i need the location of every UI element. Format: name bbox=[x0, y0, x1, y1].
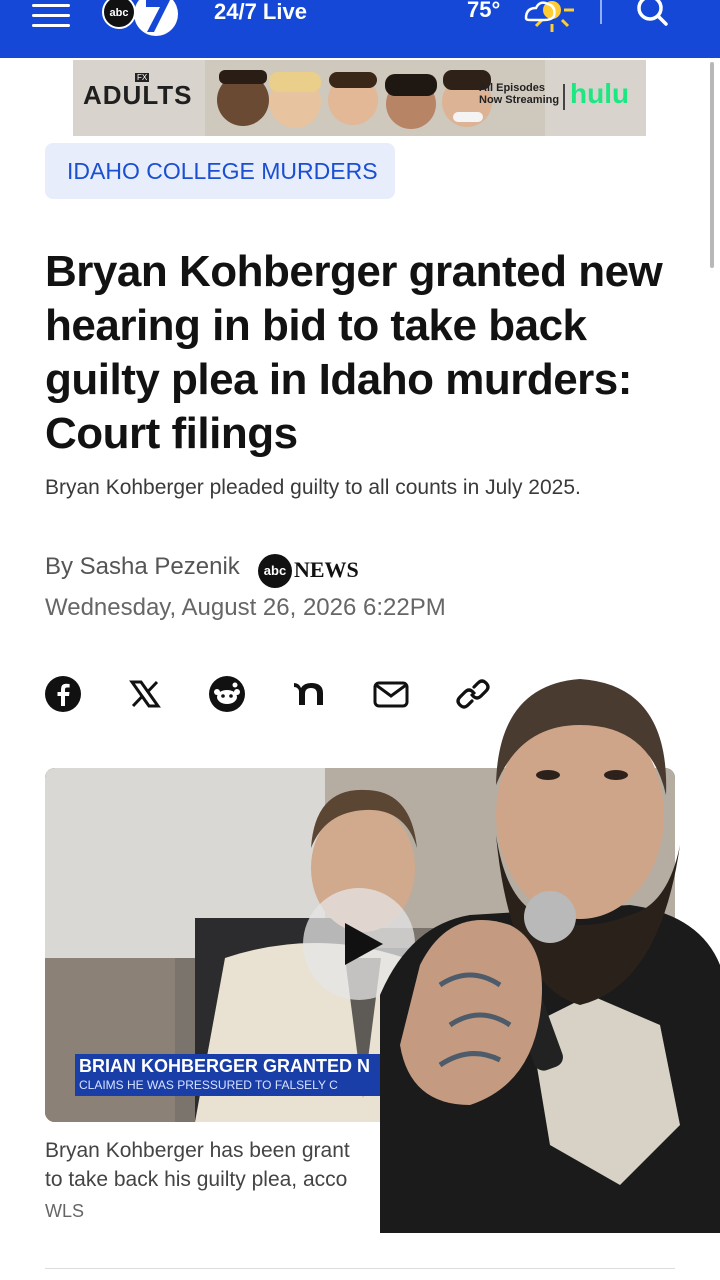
lower-third-headline: BRIAN KOHBERGER GRANTED N bbox=[79, 1056, 371, 1076]
video-credit: WLS bbox=[45, 1201, 85, 1221]
banner-ad[interactable]: ADULTS FX All Episodes Now Streaming hul… bbox=[73, 60, 646, 136]
reddit-icon[interactable] bbox=[208, 675, 246, 713]
publish-date: Wednesday, August 26, 2026 6:22PM bbox=[45, 594, 446, 621]
ad-brand-logo: hulu bbox=[570, 78, 630, 109]
hamburger-menu-icon[interactable] bbox=[32, 4, 70, 27]
search-icon[interactable] bbox=[632, 0, 672, 32]
caption-line-2-text: to take back his guilty plea, acco bbox=[45, 1168, 348, 1191]
ad-divider bbox=[563, 84, 565, 110]
ad-show-title: ADULTS bbox=[83, 80, 193, 110]
article-subheadline: Bryan Kohberger pleaded guilty to all co… bbox=[45, 476, 581, 499]
ad-episodes-text: All Episodes Now Streaming bbox=[479, 82, 559, 106]
nextdoor-icon[interactable] bbox=[290, 675, 328, 713]
section-divider bbox=[45, 1268, 675, 1269]
header-divider bbox=[600, 0, 602, 24]
top-nav-bar: abc 24/7 Live 75° bbox=[0, 0, 720, 58]
ad-episodes-line1: All Episodes bbox=[479, 82, 546, 94]
facebook-icon[interactable] bbox=[44, 675, 82, 713]
abc-news-circle: abc bbox=[258, 554, 292, 588]
presenter-video-overlay bbox=[380, 679, 720, 1233]
category-tag[interactable]: IDAHO COLLEGE MURDERS bbox=[45, 143, 395, 199]
byline[interactable]: By Sasha Pezenik bbox=[45, 553, 240, 581]
play-icon bbox=[345, 923, 383, 965]
live-link[interactable]: 24/7 Live bbox=[214, 0, 307, 24]
page-scrollbar[interactable] bbox=[710, 62, 714, 268]
temperature[interactable]: 75° bbox=[467, 0, 500, 22]
ad-network-badge: FX bbox=[135, 73, 150, 82]
ad-episodes-line2: Now Streaming bbox=[479, 94, 560, 106]
article-headline: Bryan Kohberger granted new hearing in b… bbox=[45, 247, 663, 458]
category-tag-label: IDAHO COLLEGE MURDERS bbox=[67, 158, 378, 184]
x-icon[interactable] bbox=[126, 675, 164, 713]
logo-abc-text: abc bbox=[110, 7, 129, 19]
lower-third-subline: CLAIMS HE WAS PRESSURED TO FALSELY C bbox=[79, 1078, 338, 1092]
abc7-logo[interactable]: abc bbox=[102, 0, 182, 40]
abc-news-wordmark: NEWS bbox=[294, 557, 359, 582]
partly-sunny-icon[interactable] bbox=[518, 0, 580, 38]
